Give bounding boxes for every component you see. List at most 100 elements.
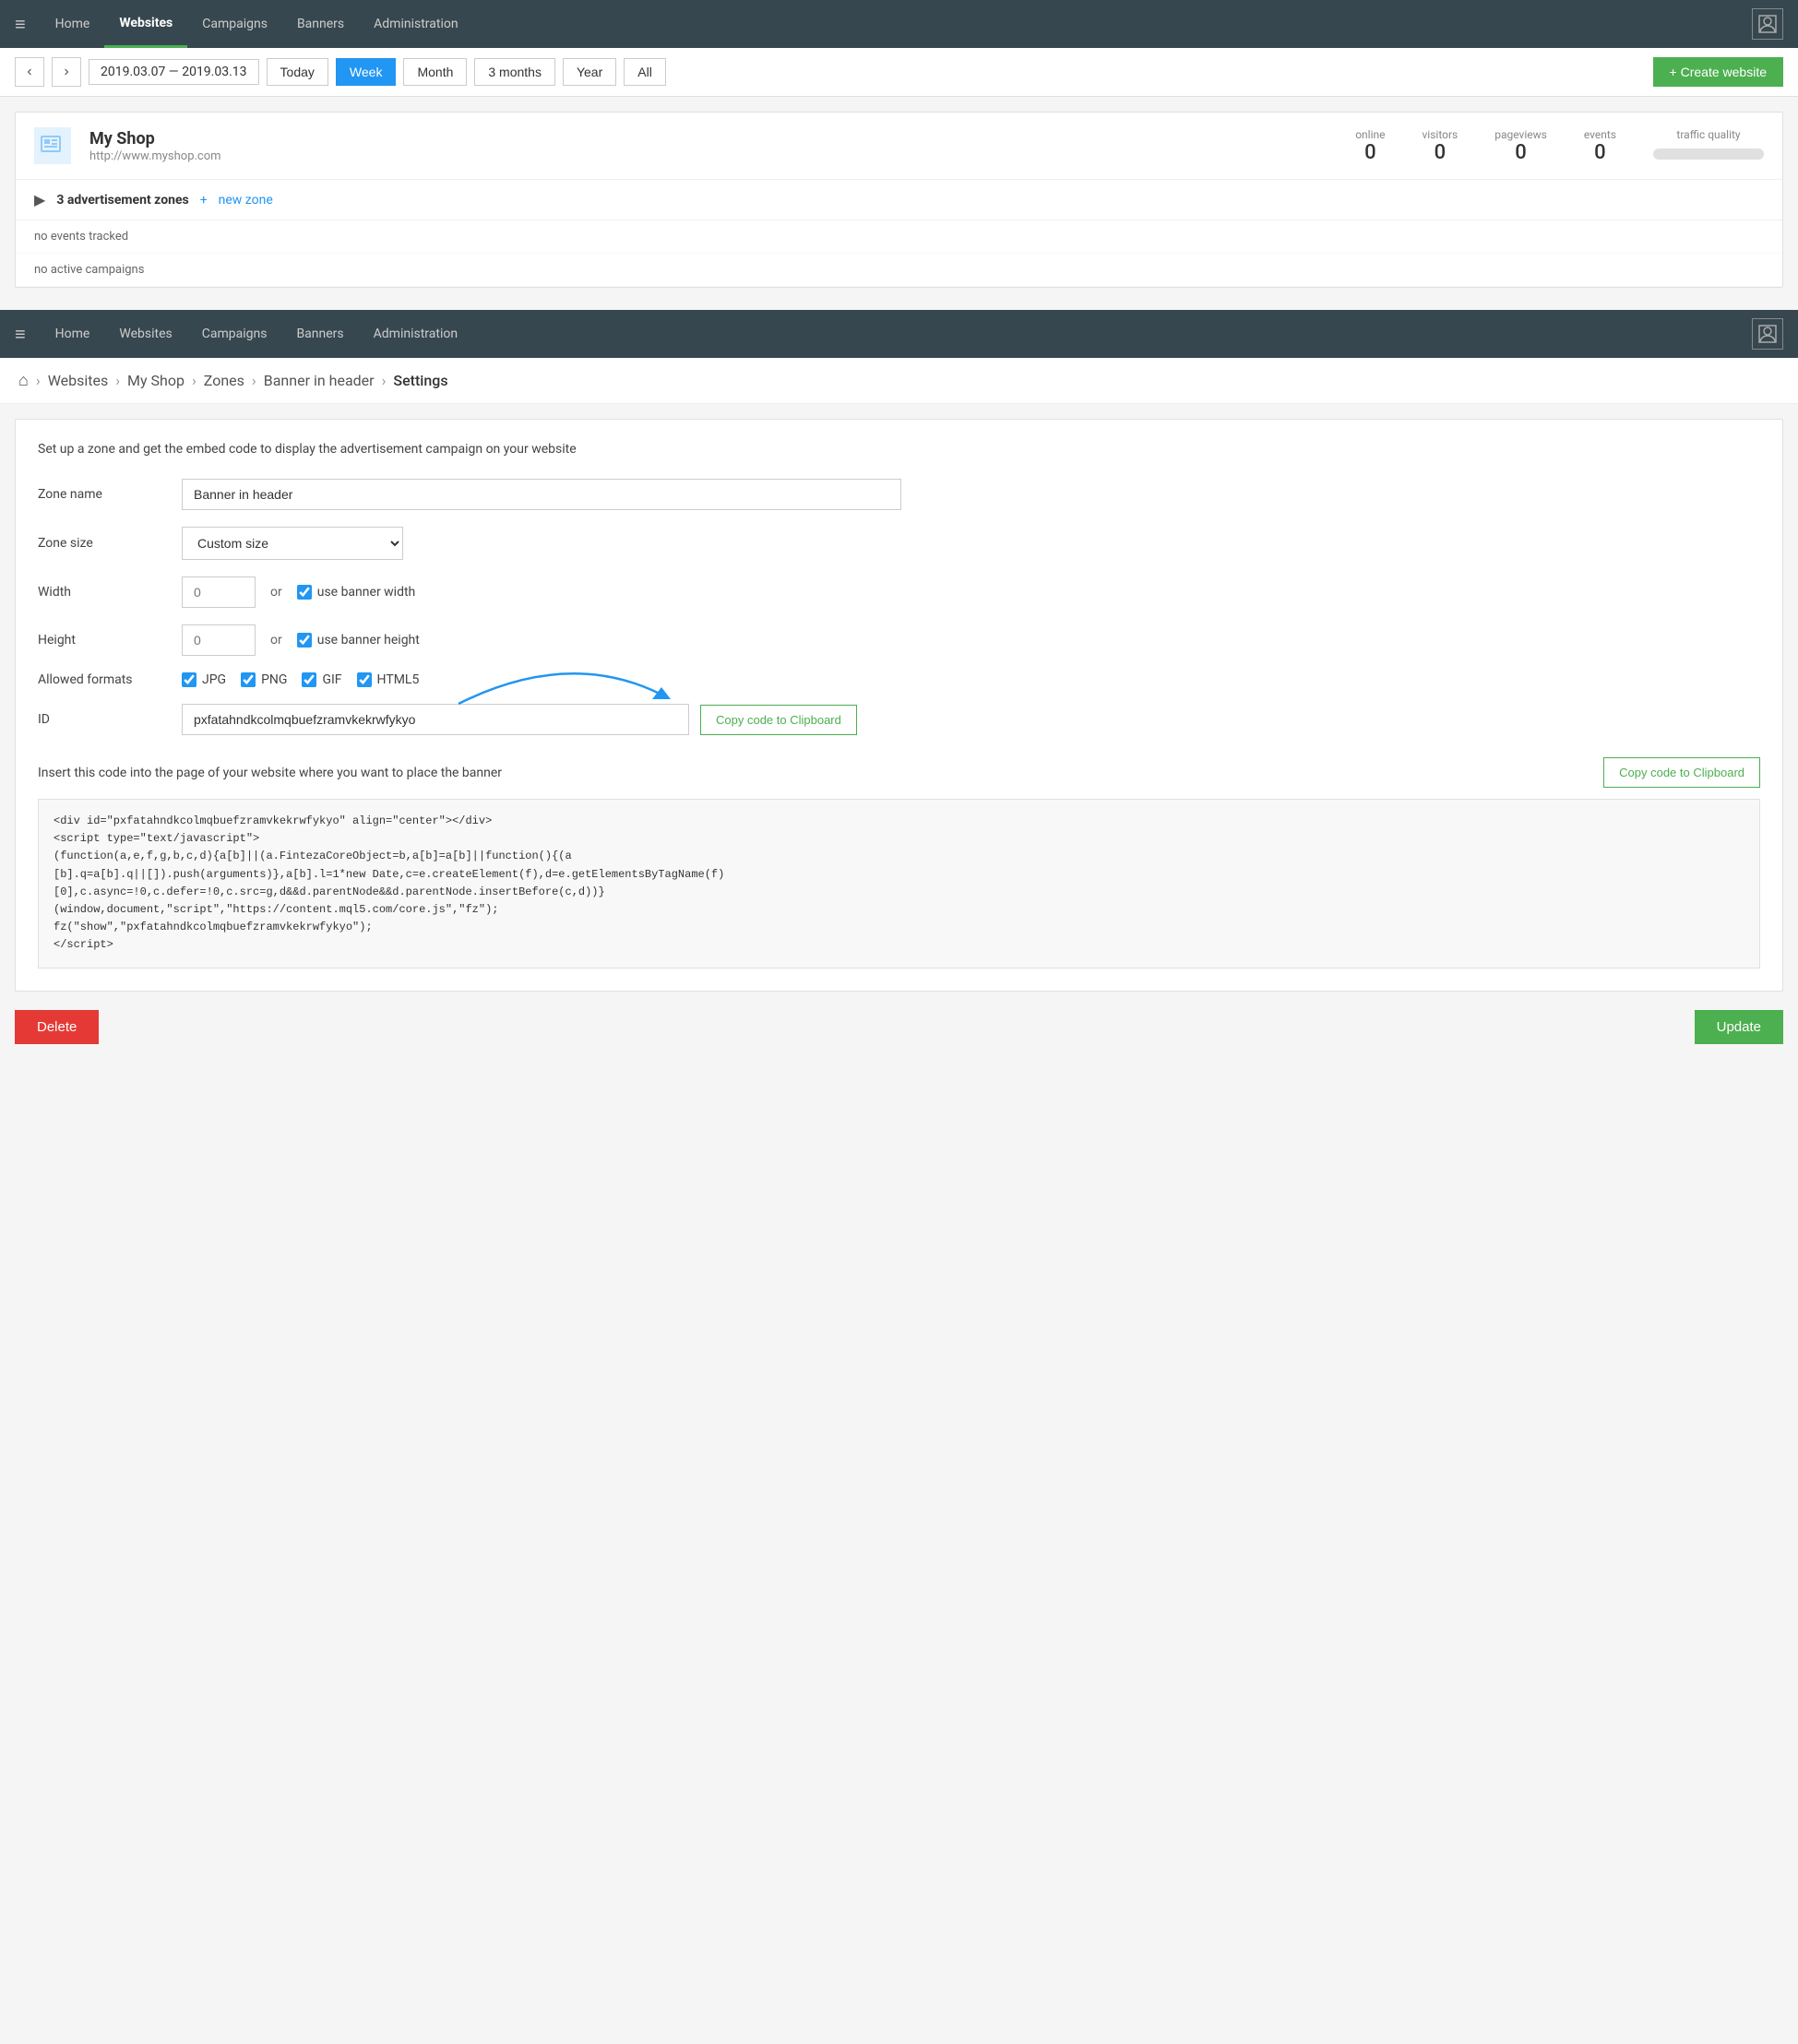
stat-visitors-value: 0	[1422, 141, 1458, 164]
profile-area-1	[1752, 8, 1783, 40]
toolbar: ‹ › 2019.03.07 — 2019.03.13 Today Week M…	[0, 48, 1798, 97]
stat-visitors-label: visitors	[1422, 128, 1458, 141]
crumb-settings: Settings	[393, 372, 447, 389]
height-label: Height	[38, 633, 167, 648]
website-row: My Shop http://www.myshop.com online 0 v…	[16, 113, 1782, 180]
period-year[interactable]: Year	[563, 58, 616, 86]
stat-events: events 0	[1584, 128, 1616, 164]
nav-home-2[interactable]: Home	[41, 310, 105, 358]
delete-button[interactable]: Delete	[15, 1010, 99, 1044]
stat-pageviews: pageviews 0	[1494, 128, 1547, 164]
period-today[interactable]: Today	[267, 58, 328, 86]
period-month[interactable]: Month	[403, 58, 467, 86]
code-block: <div id="pxfatahndkcolmqbuefzramvkekrwfy…	[38, 799, 1760, 969]
create-website-button[interactable]: + Create website	[1653, 57, 1783, 87]
height-row: Height or use banner height	[38, 624, 1760, 656]
width-checkbox[interactable]	[297, 585, 312, 600]
nav-banners-2[interactable]: Banners	[281, 310, 358, 358]
crumb-zones[interactable]: Zones	[204, 372, 244, 389]
profile-icon-2[interactable]	[1752, 318, 1783, 350]
update-button[interactable]: Update	[1695, 1010, 1783, 1044]
width-label: Width	[38, 585, 167, 600]
profile-area-2	[1752, 318, 1783, 350]
format-gif-text: GIF	[322, 672, 341, 687]
formats-list: JPG PNG GIF HTML5	[182, 672, 419, 687]
zone-size-select[interactable]: Custom sizeFixed size	[182, 527, 403, 560]
nav-websites-1[interactable]: Websites	[104, 0, 187, 48]
sep-2: ›	[192, 372, 196, 389]
height-checkbox[interactable]	[297, 633, 312, 648]
crumb-myshop[interactable]: My Shop	[127, 372, 185, 389]
home-icon[interactable]: ⌂	[18, 371, 29, 390]
height-or: or	[270, 633, 282, 648]
profile-icon-1[interactable]	[1752, 8, 1783, 40]
hamburger-icon-1[interactable]: ≡	[15, 13, 26, 36]
crumb-banner-header[interactable]: Banner in header	[264, 372, 375, 389]
stat-traffic-label: traffic quality	[1653, 128, 1764, 141]
nav-administration-1[interactable]: Administration	[359, 0, 472, 48]
stats-row: online 0 visitors 0 pageviews 0 events 0…	[1355, 128, 1764, 164]
zone-name-label: Zone name	[38, 487, 167, 502]
width-checkbox-label: use banner width	[297, 585, 416, 600]
form-section: Set up a zone and get the embed code to …	[15, 419, 1783, 992]
sep-0: ›	[36, 372, 41, 389]
actions-row: Delete Update	[15, 1010, 1783, 1044]
zone-name-row: Zone name	[38, 479, 1760, 510]
formats-label: Allowed formats	[38, 672, 167, 687]
format-png-label: PNG	[241, 672, 287, 687]
format-html5-text: HTML5	[377, 672, 420, 687]
period-week[interactable]: Week	[336, 58, 397, 86]
format-png-checkbox[interactable]	[241, 672, 256, 687]
embed-section: Insert this code into the page of your w…	[38, 757, 1760, 969]
stat-events-value: 0	[1584, 141, 1616, 164]
nav-websites-2[interactable]: Websites	[104, 310, 186, 358]
format-html5-label: HTML5	[357, 672, 420, 687]
nav-home-1[interactable]: Home	[41, 0, 105, 48]
format-jpg-text: JPG	[202, 672, 226, 687]
traffic-quality-bar	[1653, 149, 1764, 160]
plus-icon: +	[200, 193, 208, 208]
nav-banners-1[interactable]: Banners	[282, 0, 359, 48]
breadcrumb: ⌂ › Websites › My Shop › Zones › Banner …	[0, 358, 1798, 404]
period-3months[interactable]: 3 months	[474, 58, 555, 86]
nav-campaigns-1[interactable]: Campaigns	[187, 0, 282, 48]
sep-3: ›	[252, 372, 256, 389]
crumb-websites[interactable]: Websites	[48, 372, 109, 389]
nav-links-1: Home Websites Campaigns Banners Administ…	[41, 0, 1752, 48]
website-url[interactable]: http://www.myshop.com	[89, 149, 221, 163]
id-row: ID Copy code to Clipboard	[38, 704, 1760, 735]
format-jpg-checkbox[interactable]	[182, 672, 196, 687]
id-label: ID	[38, 712, 167, 727]
zones-row: ▶ 3 advertisement zones + new zone	[16, 180, 1782, 220]
navbar-1: ≡ Home Websites Campaigns Banners Admini…	[0, 0, 1798, 48]
copy-code-button-2[interactable]: Copy code to Clipboard	[1603, 757, 1760, 788]
width-input[interactable]	[182, 576, 256, 608]
website-info: My Shop http://www.myshop.com	[89, 129, 221, 163]
width-checkbox-text: use banner width	[317, 585, 416, 600]
id-input[interactable]	[182, 704, 689, 735]
zone-size-label: Zone size	[38, 536, 167, 551]
stat-traffic: traffic quality	[1653, 128, 1764, 164]
website-card-section: My Shop http://www.myshop.com online 0 v…	[15, 112, 1783, 288]
format-png-text: PNG	[261, 672, 287, 687]
nav-administration-2[interactable]: Administration	[359, 310, 472, 358]
nav-campaigns-2[interactable]: Campaigns	[187, 310, 282, 358]
format-gif-checkbox[interactable]	[302, 672, 316, 687]
stat-online-value: 0	[1355, 141, 1385, 164]
id-input-container: Copy code to Clipboard	[182, 704, 1760, 735]
next-button[interactable]: ›	[52, 57, 81, 87]
zone-name-input[interactable]	[182, 479, 901, 510]
prev-button[interactable]: ‹	[15, 57, 44, 87]
zones-label: 3 advertisement zones	[56, 193, 188, 208]
height-input[interactable]	[182, 624, 256, 656]
new-zone-link[interactable]: new zone	[219, 193, 273, 208]
date-range: 2019.03.07 — 2019.03.13	[89, 59, 259, 85]
period-all[interactable]: All	[624, 58, 666, 86]
copy-code-button-1[interactable]: Copy code to Clipboard	[700, 705, 857, 735]
zones-toggle[interactable]: ▶	[34, 191, 45, 208]
width-or: or	[270, 585, 282, 600]
navbar-2: ≡ Home Websites Campaigns Banners Admini…	[0, 310, 1798, 358]
height-checkbox-text: use banner height	[317, 633, 420, 648]
hamburger-icon-2[interactable]: ≡	[15, 323, 26, 346]
format-html5-checkbox[interactable]	[357, 672, 372, 687]
